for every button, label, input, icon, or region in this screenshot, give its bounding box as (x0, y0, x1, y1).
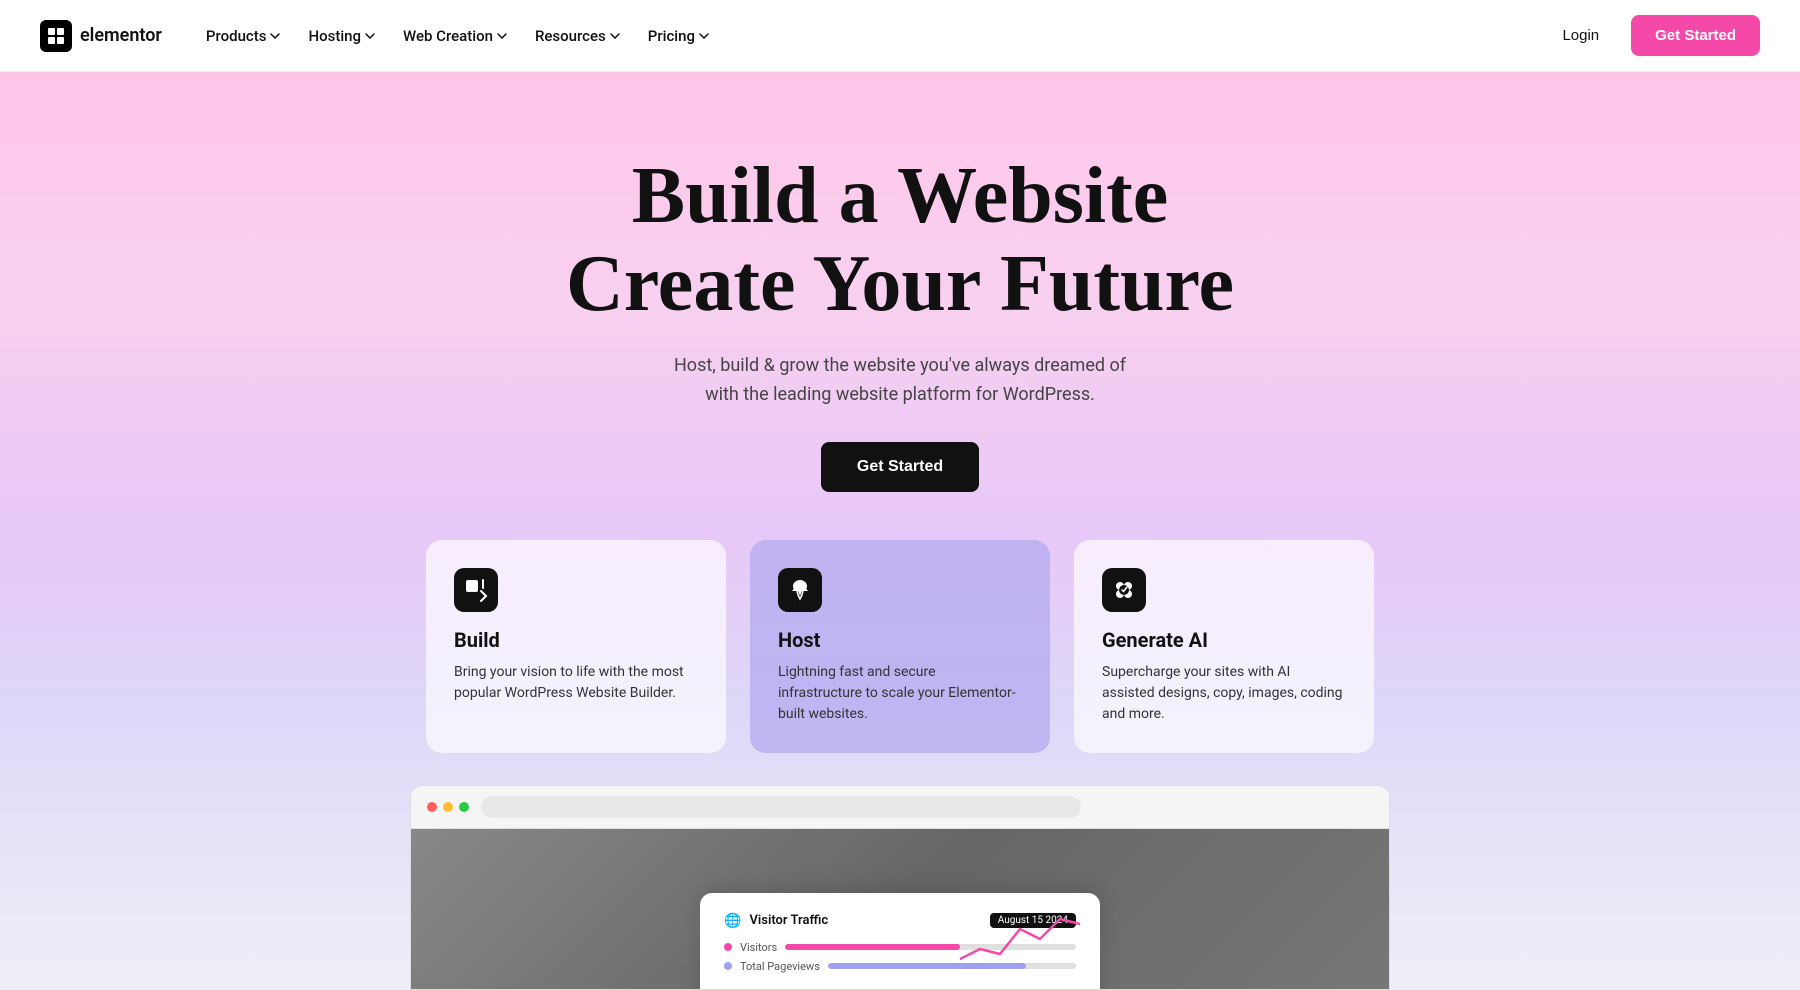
logo-icon (40, 20, 72, 52)
hero-subtitle: Host, build & grow the website you've al… (674, 352, 1126, 410)
host-icon (778, 568, 822, 612)
chevron-down-icon (699, 33, 709, 39)
nav-item-pricing[interactable]: Pricing (636, 19, 721, 53)
browser-mockup: 🌐 Visitor Traffic August 15 2024 Visitor… (410, 785, 1390, 990)
feature-card-ai[interactable]: Generate AI Supercharge your sites with … (1074, 540, 1374, 753)
chevron-down-icon (497, 33, 507, 39)
navbar: elementor Products Hosting Web Creation (0, 0, 1800, 72)
feature-card-build-title: Build (454, 628, 698, 652)
traffic-dot-visitors (724, 943, 732, 951)
feature-card-host-desc: Lightning fast and secure infrastructure… (778, 662, 1022, 725)
nav-left: elementor Products Hosting Web Creation (40, 19, 721, 53)
nav-right: Login Get Started (1546, 15, 1760, 56)
feature-card-ai-title: Generate AI (1102, 628, 1346, 652)
logo-link[interactable]: elementor (40, 20, 162, 52)
browser-dot-red (427, 802, 437, 812)
browser-dots (427, 802, 469, 812)
chevron-down-icon (365, 33, 375, 39)
build-icon (454, 568, 498, 612)
login-button[interactable]: Login (1546, 19, 1615, 52)
nav-item-products[interactable]: Products (194, 19, 293, 53)
feature-card-build-desc: Bring your vision to life with the most … (454, 662, 698, 704)
feature-card-host-title: Host (778, 628, 1022, 652)
feature-card-ai-desc: Supercharge your sites with AI assisted … (1102, 662, 1346, 725)
hero-section: Build a Website Create Your Future Host,… (0, 72, 1800, 990)
globe-icon: 🌐 (724, 913, 741, 929)
get-started-nav-button[interactable]: Get Started (1631, 15, 1760, 56)
nav-item-hosting[interactable]: Hosting (296, 19, 387, 53)
hero-title: Build a Website Create Your Future (566, 152, 1234, 328)
traffic-label-visitors: Visitors (740, 941, 777, 954)
analytics-card: 🌐 Visitor Traffic August 15 2024 Visitor… (700, 893, 1100, 989)
browser-dot-green (459, 802, 469, 812)
browser-url-bar (481, 796, 1081, 818)
logo-text: elementor (80, 25, 162, 46)
traffic-dot-pageviews (724, 962, 732, 970)
nav-item-web-creation[interactable]: Web Creation (391, 19, 519, 53)
browser-content: 🌐 Visitor Traffic August 15 2024 Visitor… (411, 829, 1389, 989)
ai-icon (1102, 568, 1146, 612)
chevron-down-icon (610, 33, 620, 39)
traffic-label-pageviews: Total Pageviews (740, 960, 820, 973)
browser-dot-yellow (443, 802, 453, 812)
chevron-down-icon (270, 33, 280, 39)
nav-menu: Products Hosting Web Creation Resources (194, 19, 721, 53)
traffic-bar-fill-visitors (785, 944, 959, 950)
feature-card-host[interactable]: Host Lightning fast and secure infrastru… (750, 540, 1050, 753)
feature-cards: Build Bring your vision to life with the… (410, 540, 1390, 753)
nav-item-resources[interactable]: Resources (523, 19, 632, 53)
get-started-hero-button[interactable]: Get Started (821, 442, 979, 492)
feature-card-build[interactable]: Build Bring your vision to life with the… (426, 540, 726, 753)
browser-mockup-wrapper: 🌐 Visitor Traffic August 15 2024 Visitor… (410, 785, 1390, 990)
chart-line (960, 909, 1080, 969)
browser-bar (411, 786, 1389, 829)
